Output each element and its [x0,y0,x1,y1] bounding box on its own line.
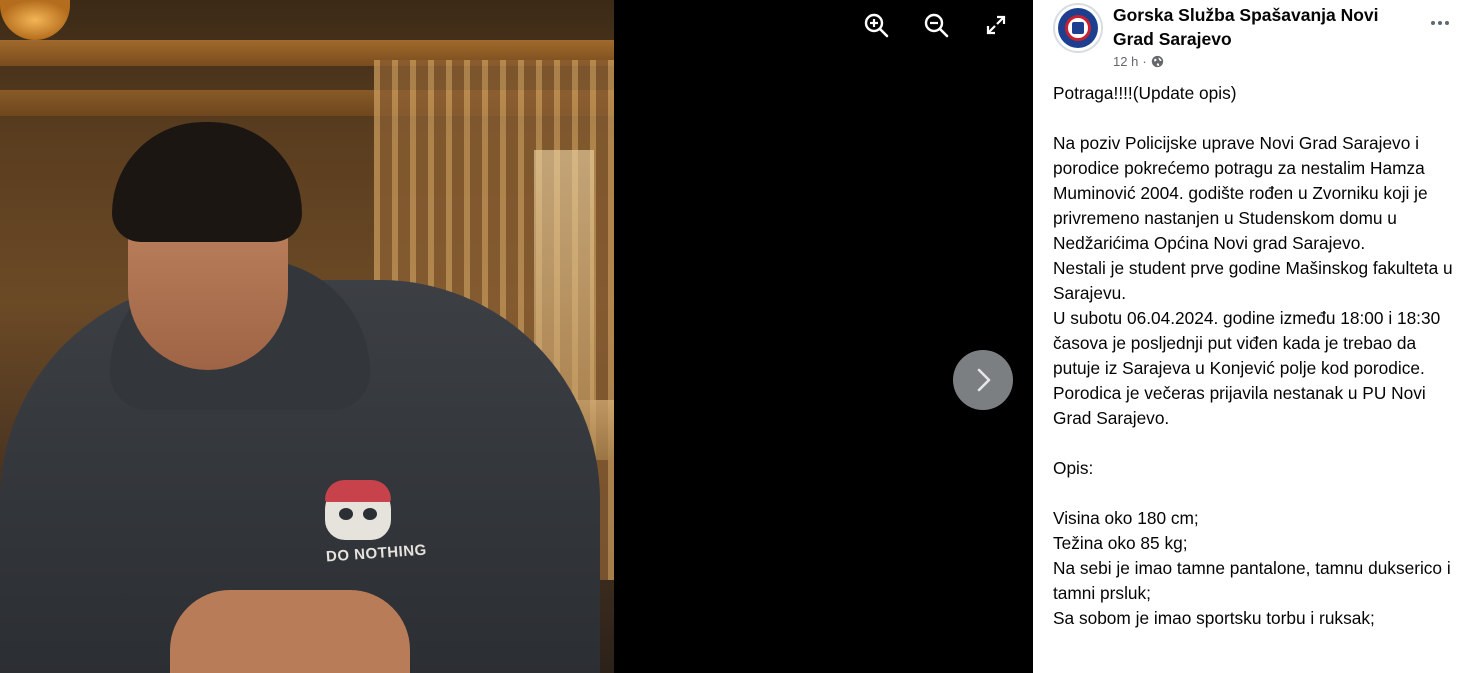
fullscreen-icon [986,15,1006,35]
post-panel: Gorska Služba Spašavanja Novi Grad Saraj… [1033,0,1475,673]
post-line [1053,431,1467,456]
post-line: Nestali je student prve godine Mašinskog… [1053,258,1453,303]
post-line: Sa sobom je imao sportsku torbu i ruksak… [1053,608,1375,628]
next-photo-button[interactable] [953,350,1013,410]
dot-icon [1445,21,1449,25]
page-avatar[interactable] [1053,3,1103,53]
photo-decor [325,480,391,502]
meta-separator: · [1142,54,1147,69]
post-line: Potraga!!!!(Update opis) [1053,83,1237,103]
post-line: Opis: [1053,458,1094,478]
more-options-button[interactable] [1425,8,1455,38]
photo-person [0,110,600,673]
post-line: Na poziv Policijske uprave Novi Grad Sar… [1053,133,1428,253]
avatar-logo-inner [1065,15,1091,41]
zoom-out-button[interactable] [919,8,953,42]
photo-decor [112,122,302,242]
zoom-in-icon [864,13,889,38]
dot-icon [1431,21,1435,25]
post-line: Težina oko 85 kg; [1053,533,1188,553]
post-photo: DO NOTHING [0,0,614,673]
post-time[interactable]: 12 h [1113,54,1138,69]
page-name[interactable]: Gorska Služba Spašavanja Novi Grad Saraj… [1113,3,1413,51]
post-line [1053,481,1467,506]
photo-viewer: DO NOTHING [0,0,1033,673]
photo-decor [170,590,410,673]
avatar-logo [1058,8,1098,48]
avatar-logo-core [1072,22,1084,34]
dot-icon [1438,21,1442,25]
post-line: U subotu 06.04.2024. godine između 18:00… [1053,308,1441,378]
post-text: Potraga!!!!(Update opis) Na poziv Polici… [1053,81,1467,631]
photo-decor [363,508,377,520]
globe-icon [1151,55,1163,68]
post-line: Visina oko 180 cm; [1053,508,1199,528]
post-meta: 12 h · [1113,54,1164,69]
zoom-in-button[interactable] [859,8,893,42]
post-line: Na sebi je imao tamne pantalone, tamnu d… [1053,558,1451,603]
zoom-out-icon [924,13,949,38]
fullscreen-button[interactable] [979,8,1013,42]
photo-decor [0,0,70,40]
post-line [1053,106,1467,131]
post-line: Porodica je večeras prijavila nestanak u… [1053,383,1426,428]
photo-decor [339,508,353,520]
chevron-right-icon [977,368,991,392]
photo-decor [325,480,391,540]
